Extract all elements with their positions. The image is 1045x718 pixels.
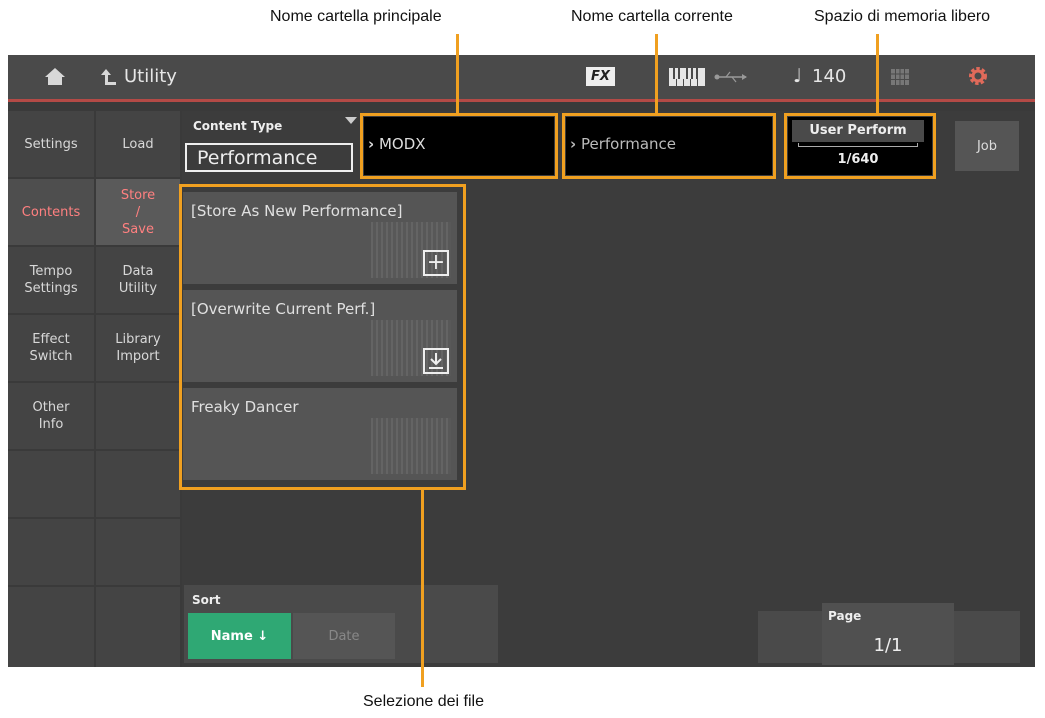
sidebar-item-empty <box>96 451 180 517</box>
sort-panel: Sort Name ↓ Date <box>184 585 498 663</box>
page-title: Utility <box>124 66 177 87</box>
sidebar-item-empty <box>96 587 180 667</box>
annotation-line <box>655 34 658 114</box>
tempo-symbol: ♩ <box>793 65 802 87</box>
tempo-value[interactable]: 140 <box>812 66 846 87</box>
annotation-main-folder: Nome cartella principale <box>270 8 442 25</box>
sort-name-button[interactable]: Name ↓ <box>188 613 291 659</box>
page-label: Page <box>828 609 862 623</box>
page-value: 1/1 <box>873 635 903 656</box>
sidebar-item-other-info[interactable]: Other Info <box>8 383 94 449</box>
usb-icon <box>714 71 747 83</box>
highlight-free-memory <box>784 113 936 179</box>
sort-date-button[interactable]: Date <box>293 613 395 659</box>
sidebar-item-empty <box>96 383 180 449</box>
highlight-current-folder <box>562 113 776 179</box>
content-type-value: Performance <box>185 143 353 172</box>
highlight-main-folder <box>360 113 558 179</box>
sidebar-item-empty <box>96 519 180 585</box>
sidebar-item-tempo-settings[interactable]: Tempo Settings <box>8 247 94 313</box>
sidebar-item-effect-switch[interactable]: Effect Switch <box>8 315 94 381</box>
grid-icon[interactable] <box>891 69 909 85</box>
content-type-selector[interactable]: Content Type Performance <box>185 117 357 175</box>
content-type-label: Content Type <box>193 119 283 133</box>
return-arrow-icon[interactable] <box>100 67 118 87</box>
annotation-line <box>876 34 879 114</box>
keyboard-icon <box>669 68 705 86</box>
sidebar-item-empty <box>8 587 94 667</box>
annotation-free-memory: Spazio di memoria libero <box>814 8 991 25</box>
top-bar: Utility FX ♩ 140 <box>8 55 1035 99</box>
annotation-current-folder: Nome cartella corrente <box>571 8 733 25</box>
annotation-file-selection: Selezione dei file <box>363 693 484 710</box>
sidebar-item-settings[interactable]: Settings <box>8 111 94 177</box>
page-indicator: Page 1/1 <box>822 603 954 665</box>
dropdown-icon <box>345 117 357 124</box>
home-icon[interactable] <box>44 66 66 86</box>
sidebar-item-empty <box>8 451 94 517</box>
annotation-line <box>421 489 424 687</box>
sidebar-item-store-save[interactable]: Store / Save <box>96 179 180 245</box>
sidebar-item-contents[interactable]: Contents <box>8 179 94 245</box>
gear-icon[interactable] <box>968 66 988 86</box>
fx-indicator[interactable]: FX <box>586 67 615 86</box>
sidebar-item-data-utility[interactable]: Data Utility <box>96 247 180 313</box>
sort-label: Sort <box>192 593 221 607</box>
job-button[interactable]: Job <box>955 121 1019 171</box>
sidebar-item-library-import[interactable]: Library Import <box>96 315 180 381</box>
topbar-accent-line <box>8 99 1035 102</box>
annotation-line <box>456 34 459 114</box>
sidebar-item-empty <box>8 519 94 585</box>
sidebar-item-load[interactable]: Load <box>96 111 180 177</box>
highlight-file-selection <box>179 184 466 490</box>
